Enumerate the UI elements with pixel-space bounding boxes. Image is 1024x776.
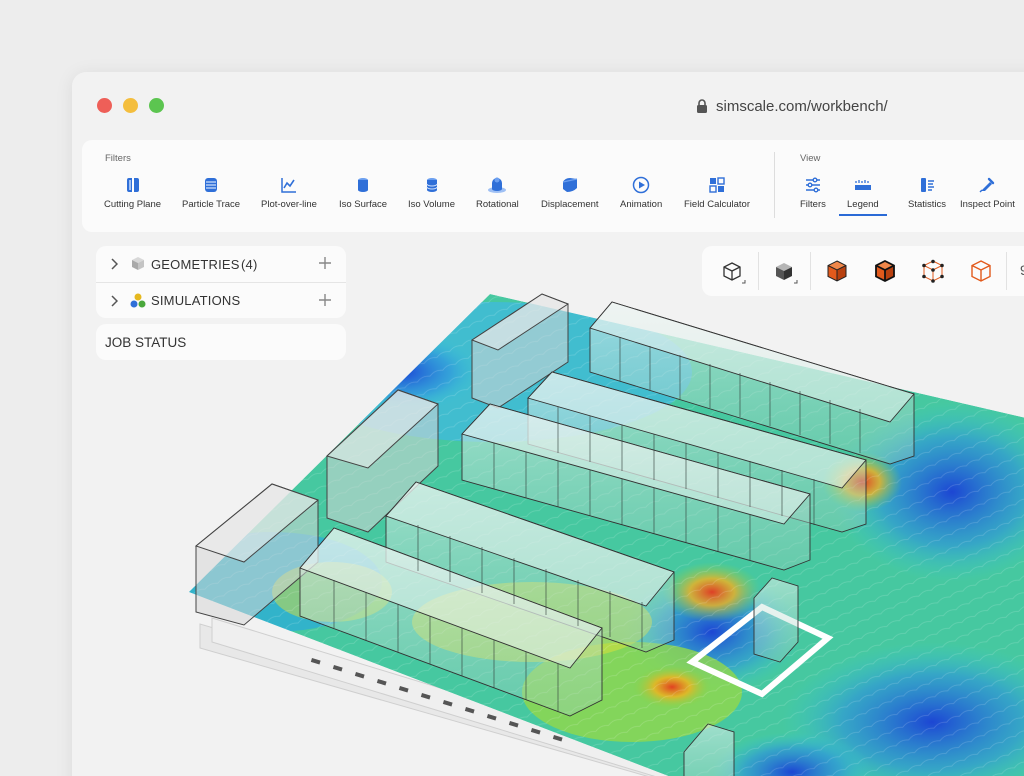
close-window-button[interactable] [97, 98, 112, 113]
view-group-label: View [800, 153, 821, 164]
job-status-label: JOB STATUS [105, 334, 187, 350]
legend-button[interactable]: Legend [839, 176, 887, 216]
add-simulation-icon[interactable] [318, 293, 332, 307]
maximize-window-button[interactable] [149, 98, 164, 113]
particle-trace-icon [205, 178, 218, 192]
plot-over-line-button[interactable]: Plot-over-line [261, 176, 317, 210]
iso-volume-icon [426, 178, 437, 192]
displacement-button[interactable]: Displacement [541, 176, 599, 210]
cutting-plane-icon [126, 177, 139, 193]
filters-group-label: Filters [105, 153, 131, 164]
orange-outline-cube-icon[interactable] [970, 259, 992, 283]
lock-icon [697, 98, 707, 113]
inspect-point-icon [979, 177, 995, 193]
animation-icon [632, 176, 650, 194]
minimize-window-button[interactable] [123, 98, 138, 113]
simulations-icon [130, 293, 146, 308]
wireframe-cube-icon[interactable] [722, 259, 748, 285]
ribbon-toolbar: Filters View Cutting Plane Particle Trac… [82, 140, 1024, 232]
address-bar[interactable]: simscale.com/workbench/ [696, 96, 888, 116]
cutting-plane-button[interactable]: Cutting Plane [104, 176, 161, 210]
title-bar: simscale.com/workbench/ [72, 72, 1024, 138]
geometries-label: GEOMETRIES [151, 256, 240, 272]
particle-trace-button[interactable]: Particle Trace [182, 176, 240, 210]
iso-surface-icon [358, 178, 369, 192]
url-text: simscale.com/workbench/ [716, 97, 888, 115]
simulations-label: SIMULATIONS [151, 293, 241, 308]
geometries-count: (4) [240, 256, 258, 272]
field-calculator-icon [709, 177, 725, 193]
orange-edges-cube-icon[interactable] [874, 259, 896, 283]
orange-solid-cube-icon[interactable] [826, 259, 848, 283]
model-tree: GEOMETRIES (4) SIMULATIONS [96, 246, 346, 318]
viewbar-divider [758, 252, 759, 290]
add-geometry-icon[interactable] [318, 256, 332, 270]
chevron-right-icon[interactable] [110, 295, 118, 307]
rotational-icon [488, 177, 507, 193]
viewport-toolbar: 9 [702, 246, 1024, 296]
field-calculator-button[interactable]: Field Calculator [684, 176, 750, 210]
app-window: simscale.com/workbench/ Filters View Cut… [72, 72, 1024, 776]
geometries-icon [132, 257, 144, 270]
viewbar-divider [1006, 252, 1007, 290]
statistics-icon [921, 178, 934, 192]
plot-over-line-icon [281, 178, 296, 193]
vertices-cube-icon[interactable] [922, 259, 944, 283]
tree-item-simulations[interactable]: SIMULATIONS [96, 282, 346, 318]
job-status-panel[interactable]: JOB STATUS [96, 324, 346, 360]
ribbon-divider [774, 152, 775, 218]
view-filters-button[interactable]: Filters [800, 176, 826, 210]
tree-item-geometries[interactable]: GEOMETRIES (4) [96, 246, 346, 282]
chevron-right-icon[interactable] [110, 258, 118, 270]
statistics-button[interactable]: Statistics [908, 176, 946, 210]
iso-surface-button[interactable]: Iso Surface [339, 176, 387, 210]
displacement-icon [562, 178, 577, 192]
filters-sliders-icon [805, 177, 820, 193]
inspect-point-button[interactable]: Inspect Point [960, 176, 1015, 210]
rotational-button[interactable]: Rotational [476, 176, 519, 210]
animation-button[interactable]: Animation [620, 176, 662, 210]
legend-icon [854, 180, 871, 190]
iso-volume-button[interactable]: Iso Volume [408, 176, 455, 210]
viewbar-divider [810, 252, 811, 290]
viewbar-more[interactable]: 9 [1020, 262, 1024, 278]
solid-cube-icon[interactable] [774, 259, 800, 285]
